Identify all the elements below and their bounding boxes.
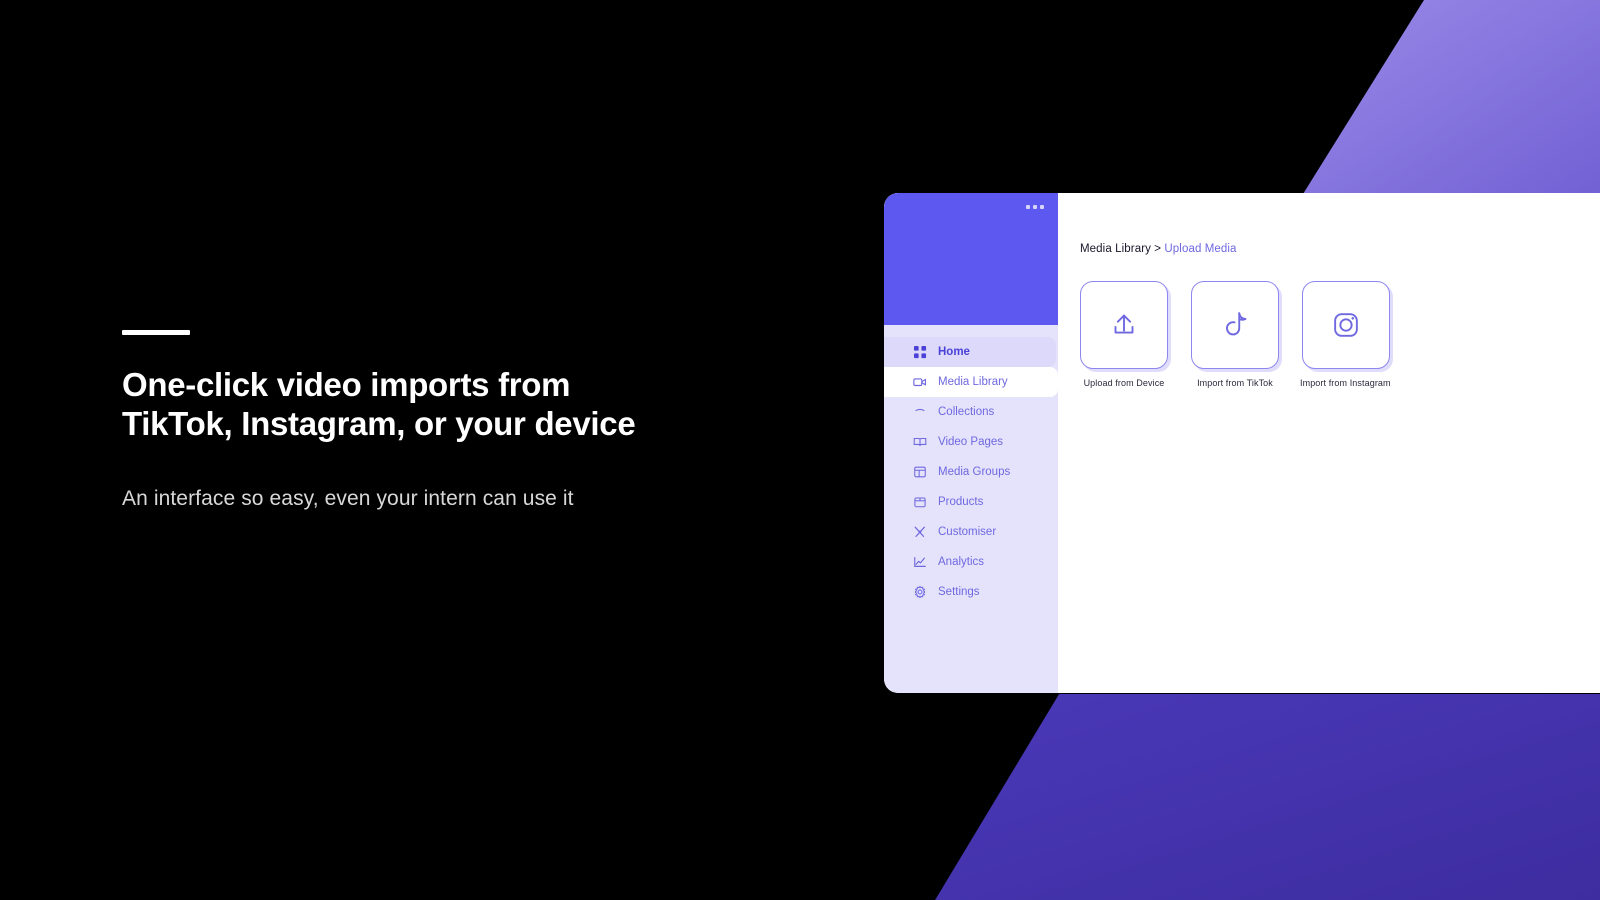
gear-icon [913, 585, 927, 599]
upload-option-label: Import from Instagram [1300, 378, 1391, 388]
sidebar-item-label: Products [938, 496, 984, 508]
upload-option-tiktok: Import from TikTok [1191, 281, 1279, 388]
app-window: Home Media Library Collections Video Pag… [884, 193, 1600, 693]
upload-icon [1107, 308, 1141, 342]
sidebar-item-home[interactable]: Home [884, 337, 1056, 367]
sidebar-item-media-library[interactable]: Media Library [884, 367, 1058, 397]
sidebar-item-label: Customiser [938, 526, 997, 538]
sidebar-item-label: Home [938, 346, 970, 358]
sidebar-item-label: Analytics [938, 556, 985, 568]
hero-title-line-2: TikTok, Instagram, or your device [122, 405, 636, 442]
import-from-tiktok-button[interactable] [1191, 281, 1279, 369]
upload-option-label: Import from TikTok [1197, 378, 1273, 388]
breadcrumb-separator: > [1154, 243, 1162, 255]
main-content: Media Library > Upload Media Upload from… [1058, 193, 1600, 693]
upload-option-label: Upload from Device [1083, 378, 1165, 388]
video-icon [913, 375, 927, 389]
hero-subtitle: An interface so easy, even your intern c… [122, 487, 574, 510]
page-title: One-click video imports from TikTok, Ins… [122, 365, 782, 443]
tools-icon [913, 525, 927, 539]
upload-option-device: Upload from Device [1080, 281, 1168, 388]
more-horizontal-icon[interactable] [1026, 205, 1044, 209]
page-root: One-click video imports from TikTok, Ins… [0, 0, 1600, 900]
sidebar: Home Media Library Collections Video Pag… [884, 193, 1058, 693]
hero-section: One-click video imports from TikTok, Ins… [122, 330, 782, 513]
collections-icon [913, 405, 927, 419]
sidebar-item-products[interactable]: Products [884, 487, 1058, 517]
hero-divider [122, 330, 190, 335]
book-icon [913, 435, 927, 449]
breadcrumb: Media Library > Upload Media [1080, 243, 1600, 255]
sidebar-item-media-groups[interactable]: Media Groups [884, 457, 1058, 487]
sidebar-item-analytics[interactable]: Analytics [884, 547, 1058, 577]
chart-icon [913, 555, 927, 569]
breadcrumb-current[interactable]: Upload Media [1164, 243, 1236, 255]
box-icon [913, 495, 927, 509]
sidebar-item-label: Settings [938, 586, 980, 598]
breadcrumb-parent[interactable]: Media Library [1080, 243, 1151, 255]
sidebar-item-video-pages[interactable]: Video Pages [884, 427, 1058, 457]
sidebar-item-label: Media Library [938, 376, 1008, 388]
instagram-icon [1329, 308, 1363, 342]
import-from-instagram-button[interactable] [1302, 281, 1390, 369]
sidebar-item-label: Collections [938, 406, 995, 418]
sidebar-nav: Home Media Library Collections Video Pag… [884, 325, 1058, 607]
sidebar-item-label: Media Groups [938, 466, 1011, 478]
hero-title-line-1: One-click video imports from [122, 366, 571, 403]
tiktok-icon [1218, 308, 1252, 342]
sidebar-item-collections[interactable]: Collections [884, 397, 1058, 427]
grid-icon [913, 345, 927, 359]
upload-option-instagram: Import from Instagram [1300, 281, 1391, 388]
sidebar-item-customiser[interactable]: Customiser [884, 517, 1058, 547]
upload-options: Upload from Device Import from TikTok Im… [1080, 281, 1600, 388]
upload-from-device-button[interactable] [1080, 281, 1168, 369]
sidebar-header [884, 193, 1058, 325]
layout-icon [913, 465, 927, 479]
sidebar-item-label: Video Pages [938, 436, 1004, 448]
sidebar-item-settings[interactable]: Settings [884, 577, 1058, 607]
